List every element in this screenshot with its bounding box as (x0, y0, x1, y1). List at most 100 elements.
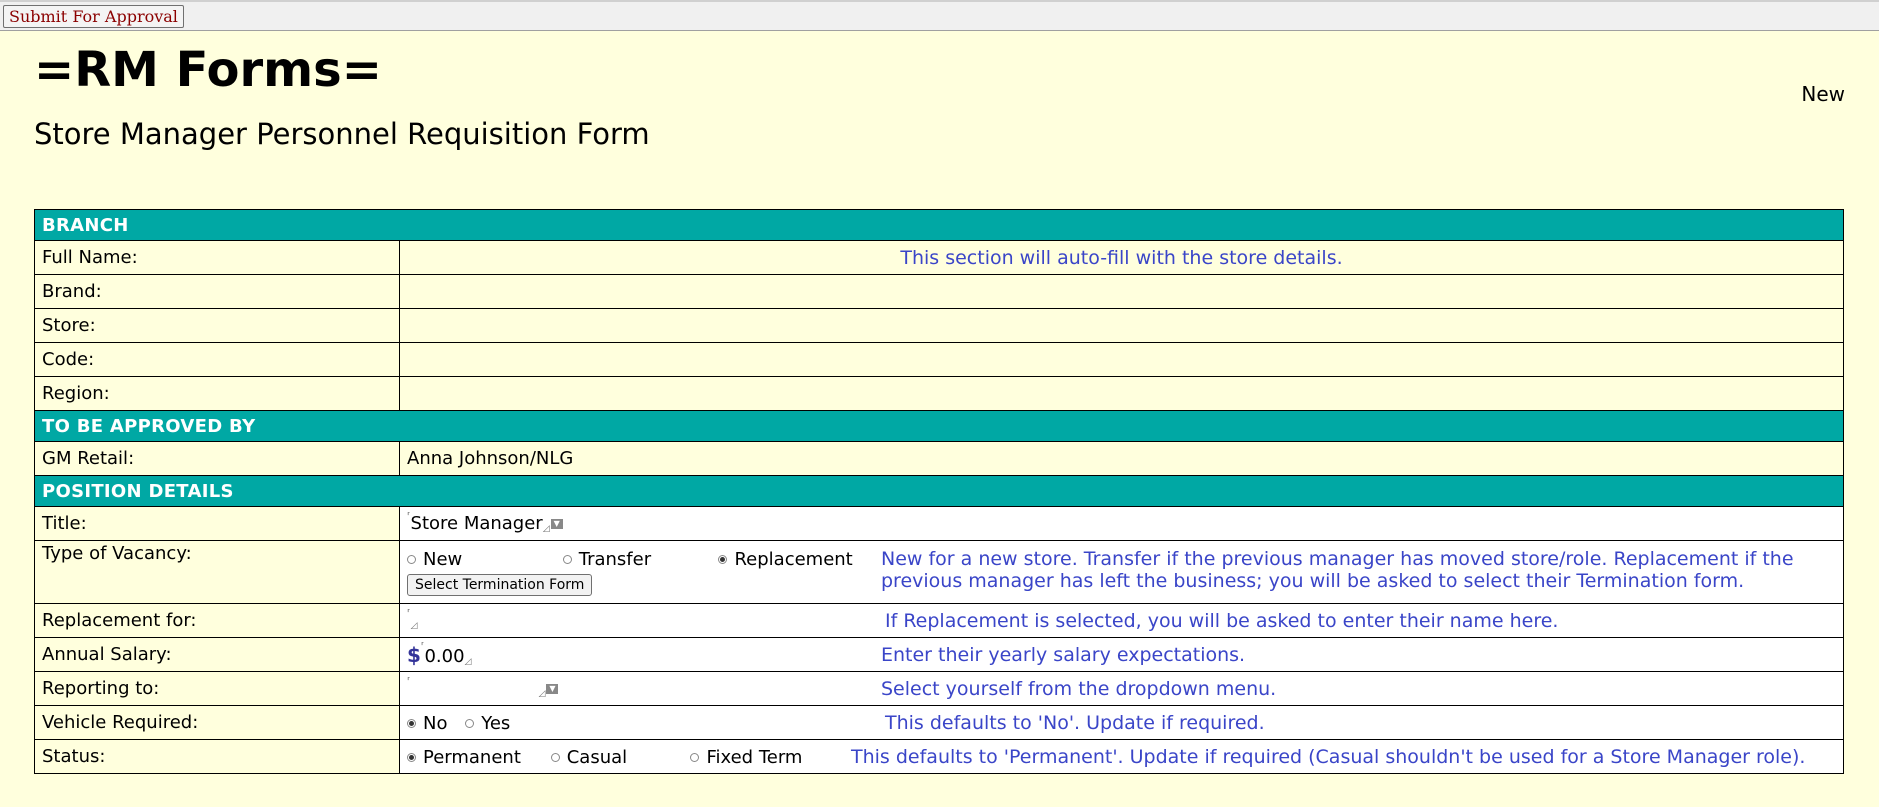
replacement-input[interactable]: ⸢◿ (407, 609, 885, 632)
radio-casual[interactable] (550, 752, 560, 762)
row-annual-salary: Annual Salary: $⸢0.00◿ Enter their yearl… (34, 637, 1844, 672)
region-label: Region: (34, 376, 400, 411)
reporting-hint: Select yourself from the dropdown menu. (881, 677, 1277, 700)
full-name-label: Full Name: (34, 240, 400, 275)
field-end-marker: ◿ (410, 621, 418, 631)
action-bar: Submit For Approval (0, 0, 1879, 31)
title-value[interactable]: Store Manager (411, 513, 543, 534)
brand-label: Brand: (34, 274, 400, 309)
store-value (399, 308, 1844, 343)
row-replacement-for: Replacement for: ⸢◿ If Replacement is se… (34, 603, 1844, 638)
replacement-label: Replacement for: (34, 603, 400, 638)
vehicle-radio-group: No Yes (407, 712, 885, 734)
document-status: New (1801, 82, 1845, 106)
dropdown-arrow-icon[interactable]: ▼ (550, 519, 563, 529)
field-end-marker: ◿ (538, 689, 546, 699)
status-option-permanent-label: Permanent (423, 746, 521, 768)
row-status: Status: Permanent Casual Fixed Term This… (34, 739, 1844, 774)
status-layout: Permanent Casual Fixed Term This default… (407, 746, 1836, 768)
region-value (399, 376, 1844, 411)
vacancy-field: New Transfer Replacement Select Terminat… (399, 540, 1844, 604)
vacancy-option-new-label: New (423, 549, 463, 570)
replacement-layout: ⸢◿ If Replacement is selected, you will … (407, 610, 1836, 632)
vacancy-option-new[interactable]: New (407, 549, 557, 570)
status-option-permanent[interactable]: Permanent (407, 747, 545, 768)
vacancy-option-replacement[interactable]: Replacement (718, 549, 853, 570)
section-approved-by: TO BE APPROVED BY (34, 410, 1844, 442)
radio-transfer[interactable] (562, 555, 572, 564)
vehicle-option-yes[interactable]: Yes (465, 713, 510, 734)
section-position-heading: POSITION DETAILS (34, 475, 1844, 507)
salary-hint: Enter their yearly salary expectations. (881, 643, 1246, 666)
reporting-field[interactable]: ⸢ ◿▼ Select yourself from the dropdown me… (399, 671, 1844, 706)
radio-fixed-term[interactable] (690, 752, 700, 762)
radio-no[interactable] (407, 718, 416, 728)
vehicle-hint: This defaults to 'No'. Update if require… (885, 711, 1265, 734)
status-option-casual-label: Casual (566, 746, 628, 768)
brand-value (399, 274, 1844, 309)
radio-replacement[interactable] (718, 555, 728, 564)
vacancy-radio-group: New Transfer Replacement (407, 548, 881, 570)
section-approved-by-heading: TO BE APPROVED BY (34, 410, 1844, 442)
row-type-of-vacancy: Type of Vacancy: New Transfer Replacemen… (34, 540, 1844, 604)
dropdown-arrow-icon[interactable]: ▼ (546, 684, 559, 694)
status-option-fixed-term[interactable]: Fixed Term (690, 747, 802, 768)
vacancy-hint: New for a new store. Transfer if the pre… (881, 548, 1794, 592)
vacancy-option-transfer-label: Transfer (578, 549, 652, 570)
full-name-value: This section will auto-fill with the sto… (399, 240, 1844, 275)
status-option-casual[interactable]: Casual (550, 746, 685, 768)
section-branch: BRANCH (34, 209, 1844, 241)
radio-permanent[interactable] (407, 752, 416, 762)
vehicle-option-no-label: No (423, 712, 448, 734)
reporting-layout: ⸢ ◿▼ Select yourself from the dropdown me… (407, 678, 1836, 700)
title-label: Title: (34, 506, 400, 541)
vacancy-option-replacement-label: Replacement (734, 549, 853, 570)
status-option-fixed-term-label: Fixed Term (706, 746, 803, 768)
submit-for-approval-button[interactable]: Submit For Approval (3, 5, 184, 28)
vehicle-option-no[interactable]: No (407, 713, 447, 734)
vehicle-layout: No Yes This defaults to 'No'. Update if … (407, 712, 1836, 734)
field-end-marker: ◿ (542, 524, 550, 534)
gm-retail-label: GM Retail: (34, 441, 400, 476)
row-reporting-to: Reporting to: ⸢ ◿▼ Select yourself from t… (34, 671, 1844, 706)
vacancy-controls: New Transfer Replacement Select Terminat… (407, 548, 881, 596)
field-end-marker: ◿ (464, 656, 472, 667)
vacancy-label: Type of Vacancy: (34, 540, 400, 604)
section-position-details: POSITION DETAILS (34, 475, 1844, 507)
radio-yes[interactable] (465, 718, 475, 728)
requisition-form-table: BRANCH Full Name: This section will auto… (34, 209, 1844, 774)
vehicle-field: No Yes This defaults to 'No'. Update if … (399, 705, 1844, 740)
salary-input[interactable]: $⸢0.00◿ (407, 642, 881, 667)
form-title: Store Manager Personnel Requisition Form (34, 117, 650, 151)
row-store: Store: (34, 308, 1844, 343)
radio-new[interactable] (407, 555, 416, 564)
status-field: Permanent Casual Fixed Term This default… (399, 739, 1844, 774)
row-vehicle-required: Vehicle Required: No Yes This defaults t… (34, 705, 1844, 740)
status-label: Status: (34, 739, 400, 774)
reporting-input[interactable]: ⸢ ◿▼ (407, 678, 881, 699)
replacement-hint: If Replacement is selected, you will be … (885, 609, 1559, 632)
reporting-label: Reporting to: (34, 671, 400, 706)
row-code: Code: (34, 342, 1844, 377)
row-brand: Brand: (34, 274, 1844, 309)
field-start-marker: ⸢ (407, 609, 411, 619)
vacancy-option-transfer[interactable]: Transfer (562, 549, 713, 570)
field-start-marker: ⸢ (407, 677, 411, 687)
select-termination-form-button[interactable]: Select Termination Form (407, 574, 593, 596)
row-gm-retail: GM Retail: Anna Johnson/NLG (34, 441, 1844, 476)
currency-symbol: $ (407, 642, 421, 667)
autofill-hint: This section will auto-fill with the sto… (900, 246, 1343, 269)
status-hint: This defaults to 'Permanent'. Update if … (851, 745, 1806, 768)
status-radio-group: Permanent Casual Fixed Term (407, 746, 851, 768)
title-field[interactable]: ⸢Store Manager◿▼ (399, 506, 1844, 541)
salary-label: Annual Salary: (34, 637, 400, 672)
code-label: Code: (34, 342, 400, 377)
replacement-field[interactable]: ⸢◿ If Replacement is selected, you will … (399, 603, 1844, 638)
vehicle-option-yes-label: Yes (481, 712, 511, 734)
page-title: =RM Forms= (34, 42, 382, 98)
store-label: Store: (34, 308, 400, 343)
salary-value[interactable]: 0.00 (424, 646, 464, 667)
vacancy-layout: New Transfer Replacement Select Terminat… (407, 548, 1836, 596)
gm-retail-value: Anna Johnson/NLG (399, 441, 1844, 476)
salary-field[interactable]: $⸢0.00◿ Enter their yearly salary expect… (399, 637, 1844, 672)
